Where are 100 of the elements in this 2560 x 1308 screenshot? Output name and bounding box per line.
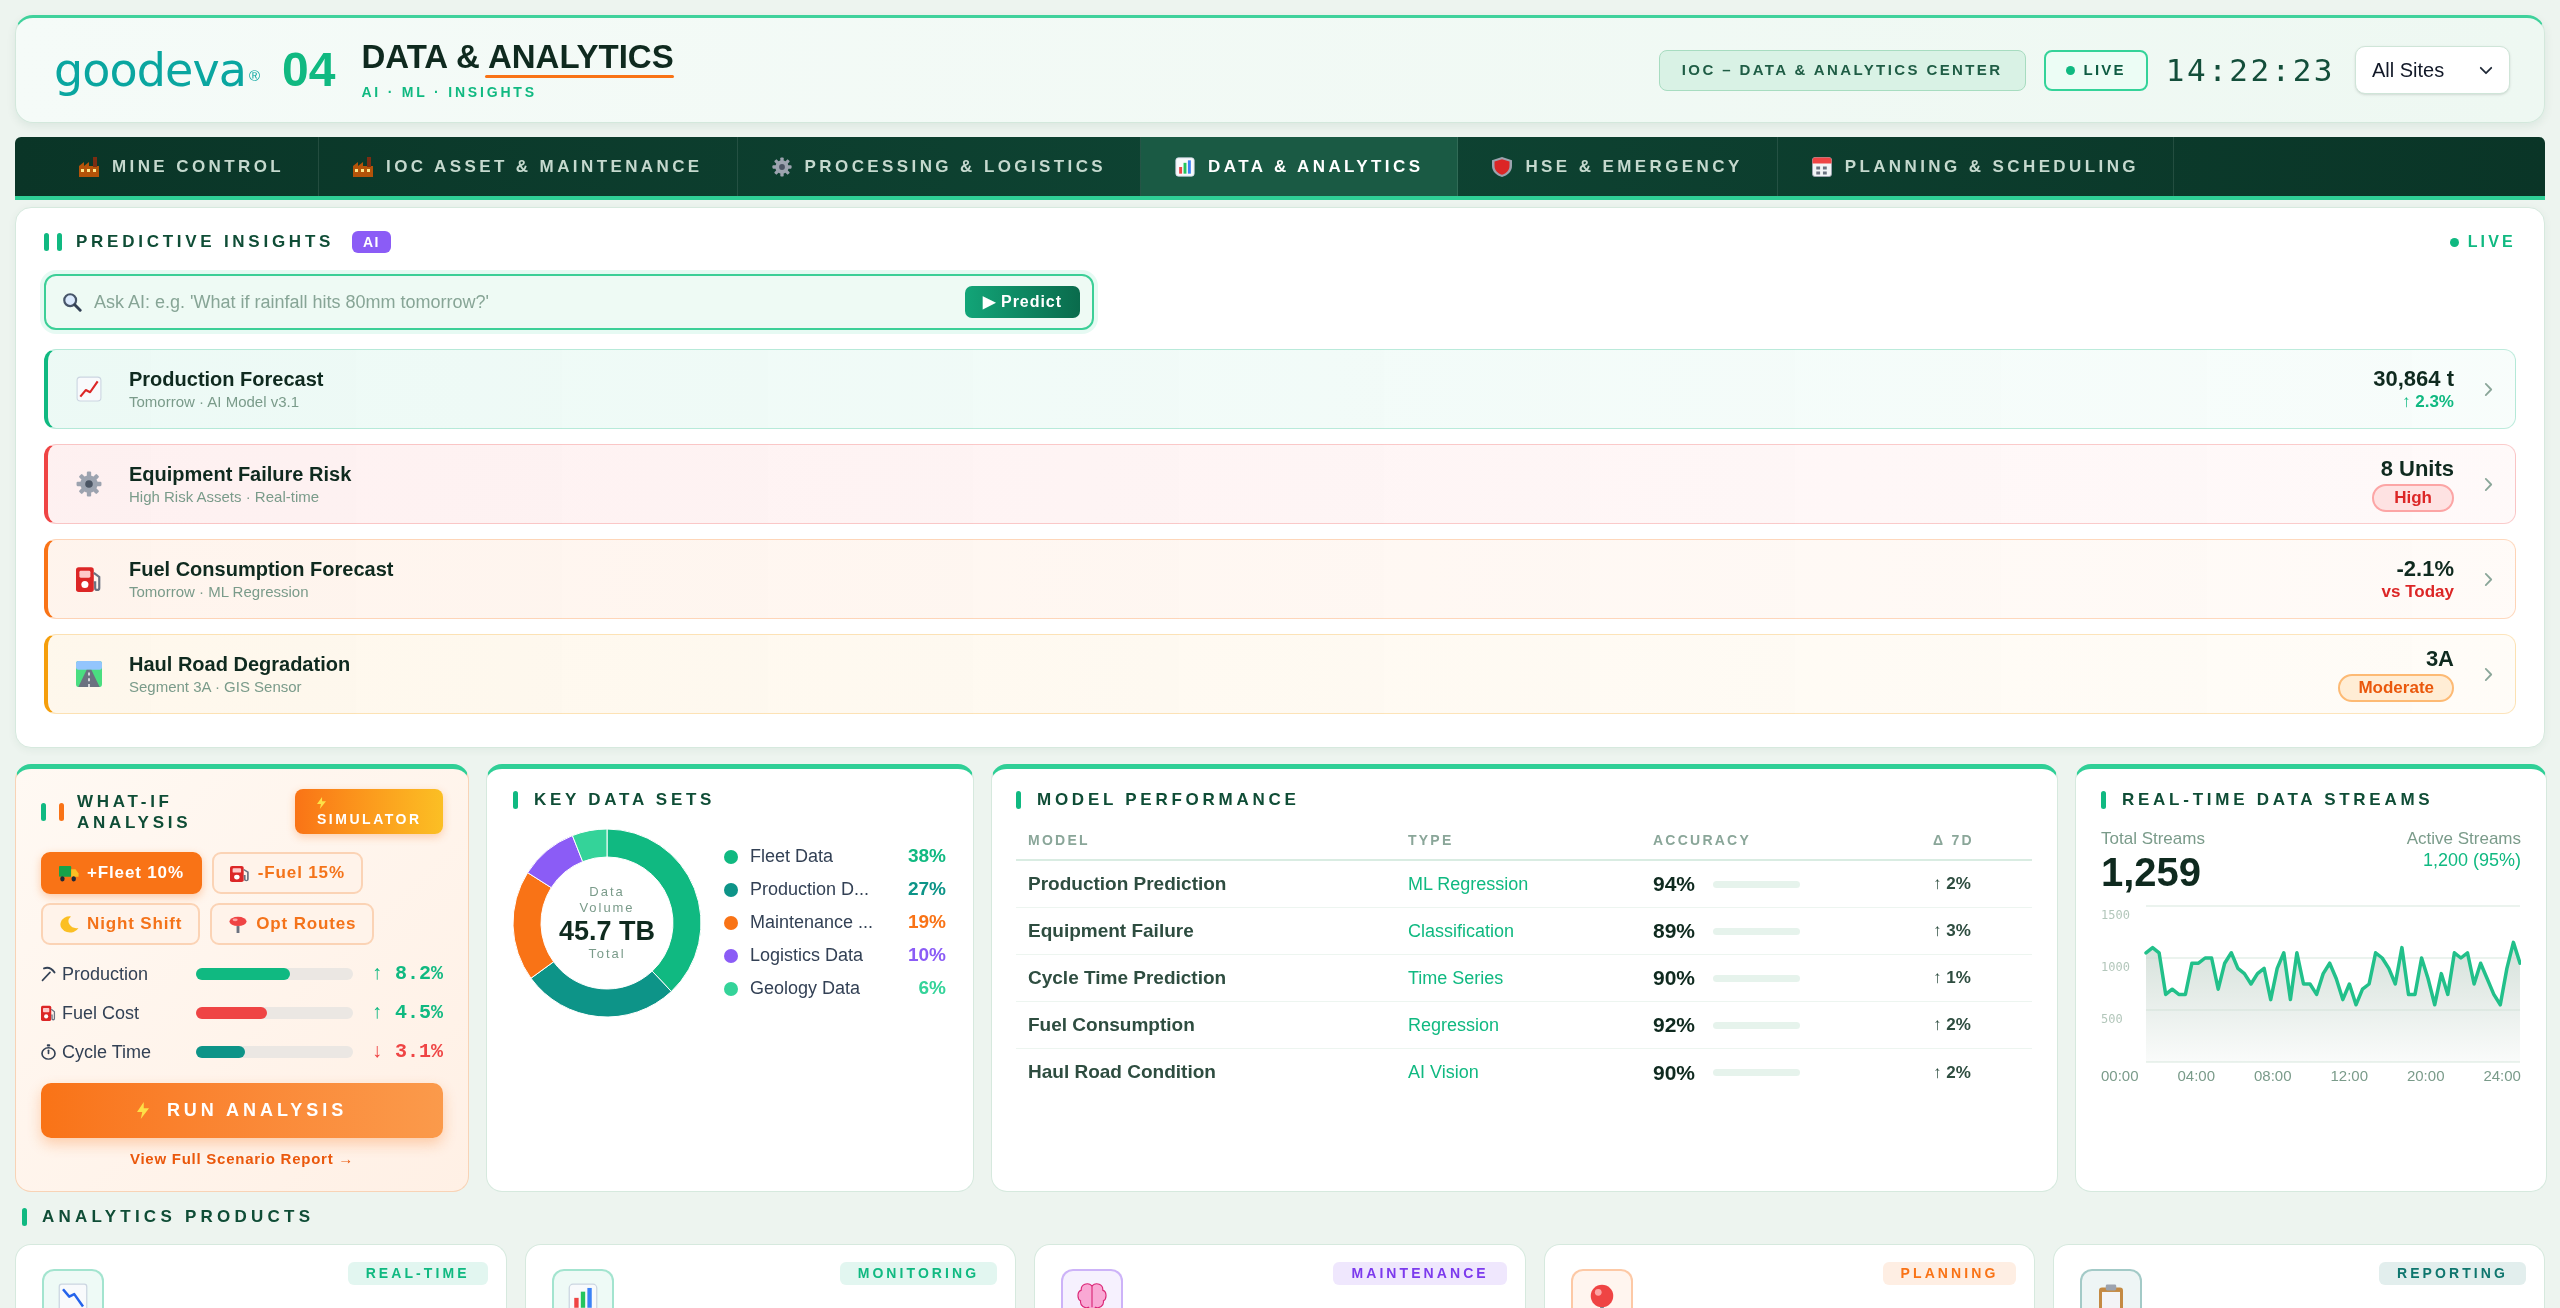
pin-icon: [1570, 1269, 1633, 1308]
insight-subtitle: Tomorrow · ML Regression: [129, 583, 310, 601]
metric-change: ↓ 3.1%: [371, 1039, 443, 1065]
moon-icon: [59, 915, 79, 933]
accuracy-value: 92%: [1653, 1012, 1697, 1039]
x-axis-label: 00:00: [2101, 1066, 2139, 1086]
accent-bar-icon: [2101, 791, 2106, 809]
chevron-right-icon: [2484, 666, 2493, 682]
model-type: Time Series: [1408, 966, 1505, 990]
nav-tab[interactable]: IOC ASSET & MAINTENANCE: [319, 137, 738, 196]
accuracy-value: 90%: [1653, 965, 1697, 992]
scenario-chip[interactable]: Night Shift: [41, 903, 201, 945]
chart-up-icon: [76, 376, 102, 402]
insight-row[interactable]: Production Forecast Tomorrow · AI Model v3.1 30,864 t ↑ 2.3%: [44, 349, 2516, 429]
ask-ai-field[interactable]: Ask AI: e.g. 'What if rainfall hits 80mm tomorrow?' ▶ Predict: [44, 274, 1094, 330]
risk-badge: High: [2372, 484, 2454, 512]
donut-center-label: Data Volume: [578, 884, 636, 916]
nav-tab[interactable]: HSE & EMERGENCY: [1458, 137, 1778, 196]
donut-center-caption: Total: [588, 946, 626, 962]
stat-value: 1,200 (95%): [2422, 849, 2521, 871]
ai-badge: AI: [352, 231, 391, 253]
insight-row[interactable]: Fuel Consumption Forecast Tomorrow · ML Regression -2.1% vs Today: [44, 539, 2516, 619]
insight-value: -2.1%: [2396, 556, 2454, 582]
center-badge: IOC – DATA & ANALYTICS CENTER: [1658, 49, 2026, 91]
accuracy-value: 90%: [1653, 1059, 1697, 1086]
change-value: ↑ 3%: [1933, 920, 1972, 943]
brand-logo: goodeva: [54, 44, 246, 96]
legend-share: 38%: [907, 844, 946, 869]
pickaxe-icon: [41, 966, 56, 982]
live-label: LIVE: [2467, 232, 2516, 252]
panel-title: KEY DATA SETS: [534, 789, 716, 811]
legend-label: Maintenance ...: [750, 911, 874, 934]
insight-subtitle: Tomorrow · AI Model v3.1: [129, 393, 301, 411]
live-label: LIVE: [2083, 59, 2126, 80]
legend-label: Geology Data: [750, 977, 861, 1000]
nav-tab[interactable]: PLANNING & SCHEDULING: [1777, 137, 2174, 196]
chart-down-icon: [42, 1269, 104, 1308]
column-header: MODEL: [1027, 830, 1091, 850]
panel-title: REAL-TIME DATA STREAMS: [2122, 789, 2434, 811]
model-name: Equipment Failure: [1027, 918, 1195, 943]
y-axis-label: 1000: [2101, 960, 2130, 974]
change-value: ↑ 2%: [1933, 1014, 1972, 1037]
bar-chart-icon: [551, 1269, 614, 1308]
nav-tab[interactable]: DATA & ANALYTICS: [1141, 137, 1459, 196]
scenario-chip[interactable]: Opt Routes: [210, 903, 375, 945]
insight-subtitle: High Risk Assets · Real-time: [129, 488, 321, 506]
trend-value: ↑ 2.3%: [2402, 392, 2454, 412]
model-name: Cycle Time Prediction: [1027, 965, 1228, 990]
site-select[interactable]: All Sites: [2355, 46, 2510, 94]
metric-label: Cycle Time: [62, 1040, 151, 1064]
insight-title: Equipment Failure Risk: [129, 462, 352, 486]
model-name: Production Prediction: [1027, 871, 1228, 896]
page-subtitle: AI · ML · INSIGHTS: [361, 83, 538, 101]
bar-chart-icon: [1175, 156, 1196, 177]
page-title: DATA & ANALYTICS: [361, 39, 674, 75]
metric-label: Production: [62, 962, 149, 986]
chevron-right-icon: [2484, 476, 2493, 492]
stat-value: 1,259: [2101, 852, 2203, 892]
legend-share: 6%: [918, 976, 946, 1001]
y-axis-label: 500: [2101, 1012, 2123, 1026]
donut-center-value: 45.7 TB: [558, 916, 655, 946]
scenario-report-link[interactable]: View Full Scenario Report →: [129, 1150, 355, 1168]
panel-title: MODEL PERFORMANCE: [1037, 789, 1300, 811]
change-value: ↑ 1%: [1933, 967, 1972, 990]
scenario-chip[interactable]: +Fleet 10%: [41, 852, 202, 894]
clipboard-icon: [2080, 1269, 2143, 1308]
insight-row[interactable]: Haul Road Degradation Segment 3A · GIS Sensor 3A Moderate: [44, 634, 2516, 714]
insight-row[interactable]: Equipment Failure Risk High Risk Assets · Real-time 8 Units High: [44, 444, 2516, 524]
legend-label: Logistics Data: [750, 944, 864, 967]
model-type: Classification: [1408, 919, 1516, 943]
caret-icon: [2479, 65, 2493, 75]
legend-share: 10%: [907, 943, 946, 968]
model-type: ML Regression: [1408, 872, 1530, 896]
column-header: Δ 7D: [1933, 830, 1975, 850]
pin-icon: [228, 915, 249, 933]
factory-icon: [353, 156, 374, 177]
accent-bar-icon: [44, 233, 49, 251]
x-axis-label: 04:00: [2177, 1066, 2216, 1086]
insight-value: 3A: [2425, 646, 2454, 672]
nav-tab[interactable]: MINE CONTROL: [45, 137, 320, 196]
truck-icon: [59, 864, 79, 882]
product-card[interactable]: PLANNING: [1543, 1244, 2036, 1308]
x-axis-label: 20:00: [2406, 1066, 2445, 1086]
product-card[interactable]: MAINTENANCE: [1034, 1244, 1526, 1308]
insight-title: Production Forecast: [129, 367, 324, 391]
accent-bar-icon: [41, 802, 46, 821]
insight-value: 8 Units: [2380, 456, 2454, 482]
run-analysis-button[interactable]: RUN ANALYSIS: [41, 1083, 443, 1138]
model-type: Regression: [1408, 1013, 1501, 1037]
product-card[interactable]: REPORTING: [2053, 1244, 2545, 1308]
chevron-right-icon: [2484, 571, 2493, 587]
lightning-icon: [136, 1102, 149, 1119]
fuel-pump-icon: [41, 1005, 56, 1021]
model-name: Fuel Consumption: [1027, 1012, 1196, 1037]
registered-mark: ®: [248, 68, 261, 84]
risk-badge: Moderate: [2338, 674, 2454, 702]
insight-subtitle: Segment 3A · GIS Sensor: [129, 678, 303, 696]
scenario-chip[interactable]: -Fuel 15%: [211, 852, 363, 894]
predict-button[interactable]: ▶ Predict: [964, 286, 1080, 318]
module-number: 04: [282, 45, 336, 95]
